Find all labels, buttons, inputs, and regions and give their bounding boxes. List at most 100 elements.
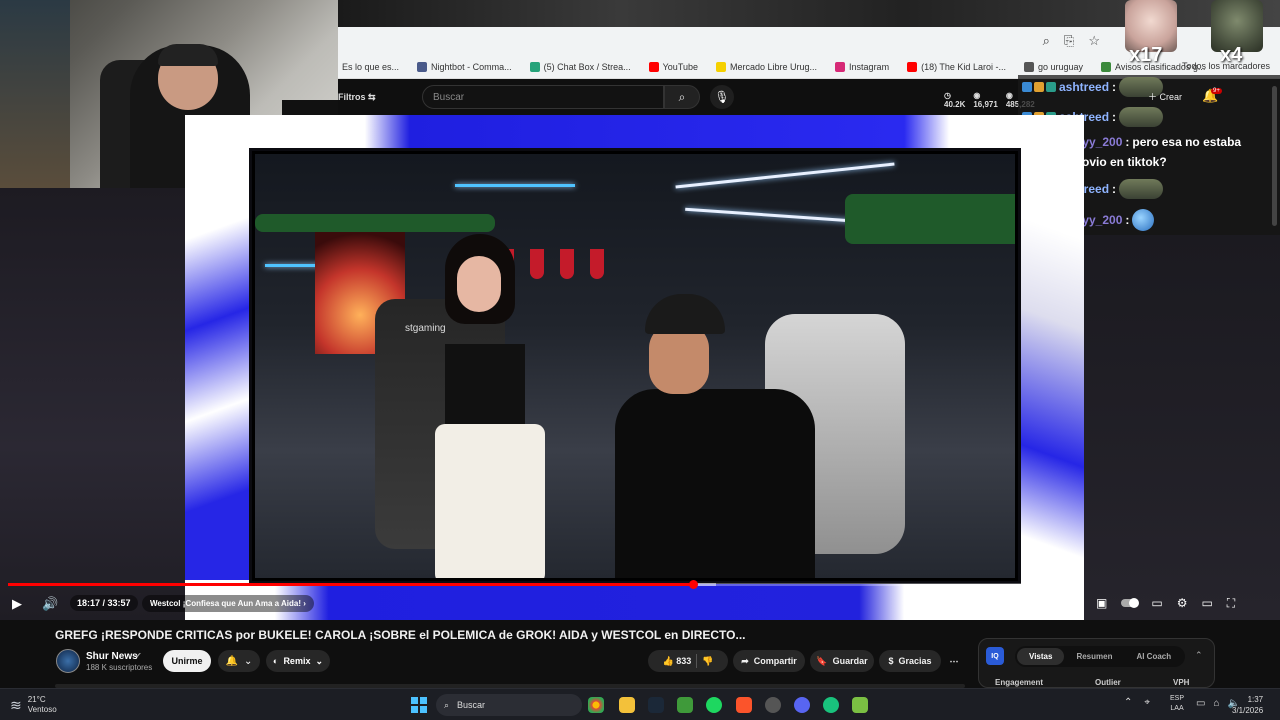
video-left-stripe [185, 149, 251, 580]
filters-label: Filtros [338, 91, 366, 102]
taskbar-search[interactable]: ⌕ Buscar [436, 694, 582, 716]
bookmark-item[interactable]: (5) Chat Box / Strea... [529, 61, 631, 72]
chapter-button[interactable]: Westcol ¡Confiesa que Aun Ama a Aida! › [142, 595, 314, 612]
bookmark-label: Mercado Libre Urug... [730, 61, 818, 72]
join-button[interactable]: Unirme [163, 650, 211, 672]
more-actions-icon[interactable]: ⋯ [944, 650, 964, 672]
progress-played [8, 583, 694, 586]
globe-icon [1023, 61, 1034, 72]
bookmark-item[interactable]: (18) The Kid Laroi -... [907, 61, 1006, 72]
iq-icon[interactable]: ▣ [1096, 596, 1107, 611]
chat-username[interactable]: ashtreed [1059, 80, 1109, 94]
bookmark-label: (5) Chat Box / Strea... [543, 61, 631, 72]
subscription-bell-button[interactable]: 🔔 ⌄ [218, 650, 260, 672]
thanks-button[interactable]: $ Gracias [879, 650, 941, 672]
windows-start-icon[interactable] [411, 697, 427, 713]
video-player[interactable]: stgaming [185, 115, 1084, 620]
remix-button[interactable]: ◐ Remix ⌄ [266, 650, 330, 672]
woman-skirt [435, 424, 545, 578]
frog-emote-icon [1119, 107, 1164, 127]
bookmark-label: Instagram [849, 61, 890, 72]
monitor-icon[interactable]: ▭ [1196, 698, 1205, 709]
play-icon[interactable]: ▶ [12, 596, 22, 612]
discord-icon[interactable] [794, 697, 810, 713]
autoplay-toggle[interactable] [1121, 598, 1140, 608]
save-button[interactable]: 🔖 Guardar [810, 650, 874, 672]
create-button[interactable]: ＋ Crear [1148, 90, 1182, 103]
bookmark-item[interactable]: YouTube [648, 61, 698, 72]
chat-badges [1022, 82, 1056, 92]
game-icon[interactable] [852, 697, 868, 713]
chat-separator: : [1125, 213, 1130, 227]
fullscreen-icon[interactable]: ⛶ [1227, 596, 1235, 611]
voice-search-button[interactable]: 🎙 [710, 85, 734, 109]
bookmark-item[interactable]: Mercado Libre Urug... [716, 61, 818, 72]
spotify-icon[interactable] [706, 697, 722, 713]
mercadolibre-icon [716, 61, 726, 72]
chevron-up-icon[interactable]: ⌃ [1124, 697, 1132, 708]
app-icon[interactable] [765, 697, 781, 713]
chat-separator: : [1112, 80, 1117, 94]
system-clock[interactable]: 1:37 3/1/2026 [1232, 694, 1263, 716]
bookmark-label: YouTube [662, 61, 698, 72]
like-button[interactable]: 👍 833 [663, 656, 692, 667]
wall-shelf [0, 0, 70, 188]
input-language[interactable]: ESP LAA [1170, 694, 1184, 714]
network-icon[interactable]: ⌂ [1213, 698, 1219, 709]
windows-taskbar: ≋ 21°C Ventoso ⌕ Buscar ⌃ ⌖ ESP LAA ▭ ⌂ 🔈… [0, 688, 1280, 720]
tab-vistas[interactable]: Vistas [1017, 648, 1065, 665]
stocking [560, 249, 574, 279]
streamer-cap [158, 44, 218, 66]
zoom-icon[interactable]: ⌕ [1043, 33, 1050, 49]
super-thanks-icon: $ [888, 656, 894, 666]
channel-avatar[interactable] [56, 649, 80, 673]
save-label: Guardar [832, 656, 868, 666]
weather-condition: Ventoso [27, 705, 57, 714]
badge-icon [1022, 82, 1032, 92]
time-display: 18:17 / 33:57 [70, 595, 138, 611]
settings-gear-icon[interactable]: ⚙ [1177, 596, 1188, 611]
xbox-icon[interactable] [677, 697, 693, 713]
steam-icon[interactable] [648, 697, 664, 713]
location-icon[interactable]: ⌖ [1144, 697, 1150, 708]
dislike-icon[interactable]: 👎 [702, 656, 713, 667]
bookmark-item[interactable]: Es lo que es... [342, 62, 399, 72]
theater-mode-icon[interactable]: ▭ [1201, 596, 1212, 611]
bookmark-item[interactable]: Instagram [835, 61, 890, 72]
chat-separator: : [1112, 110, 1117, 124]
channel-name[interactable]: Shur News [86, 651, 138, 662]
bookmark-star-icon[interactable]: ☆ [1088, 33, 1100, 49]
search-icon: ⌕ [678, 89, 686, 104]
clock-time: 1:37 [1247, 695, 1264, 704]
page-scrollbar[interactable] [1272, 86, 1277, 226]
man-face [649, 324, 709, 394]
thanks-label: Gracias [898, 656, 932, 666]
garland [845, 194, 1015, 244]
share-button[interactable]: ➦ Compartir [733, 650, 805, 672]
tab-resumen[interactable]: Resumen [1064, 648, 1124, 665]
volume-icon[interactable]: 🔊 [42, 596, 58, 612]
chevron-right-icon: › [303, 599, 306, 608]
stat-watchers: ◉ 16,971 [973, 91, 998, 109]
chatgpt-icon[interactable] [823, 697, 839, 713]
search-input[interactable]: Buscar [422, 85, 664, 109]
weather-widget[interactable]: ≋ 21°C Ventoso [10, 695, 57, 715]
subtitles-icon[interactable]: ▭ [1151, 596, 1162, 611]
install-icon[interactable]: ⎘ [1064, 33, 1074, 49]
progress-bar[interactable] [8, 580, 1084, 589]
left-background [0, 188, 185, 620]
bookmark-item[interactable]: go uruguay [1023, 61, 1083, 72]
bookmark-item[interactable]: Nightbot - Comma... [417, 61, 512, 72]
chevron-up-icon[interactable]: ⌃ [1195, 650, 1203, 661]
file-explorer-icon[interactable] [619, 697, 635, 713]
col-outlier: Outlier [1095, 678, 1121, 687]
chrome-icon[interactable] [588, 697, 604, 713]
brave-icon[interactable] [736, 697, 752, 713]
tab-ai-coach[interactable]: AI Coach [1124, 648, 1183, 665]
search-button[interactable]: ⌕ [664, 85, 700, 109]
man-body [615, 389, 815, 578]
filters-button[interactable]: Filtros ⇆ [338, 92, 422, 103]
divider [696, 654, 698, 668]
neon-light [455, 184, 575, 187]
chevron-down-icon: ⌄ [315, 655, 323, 666]
